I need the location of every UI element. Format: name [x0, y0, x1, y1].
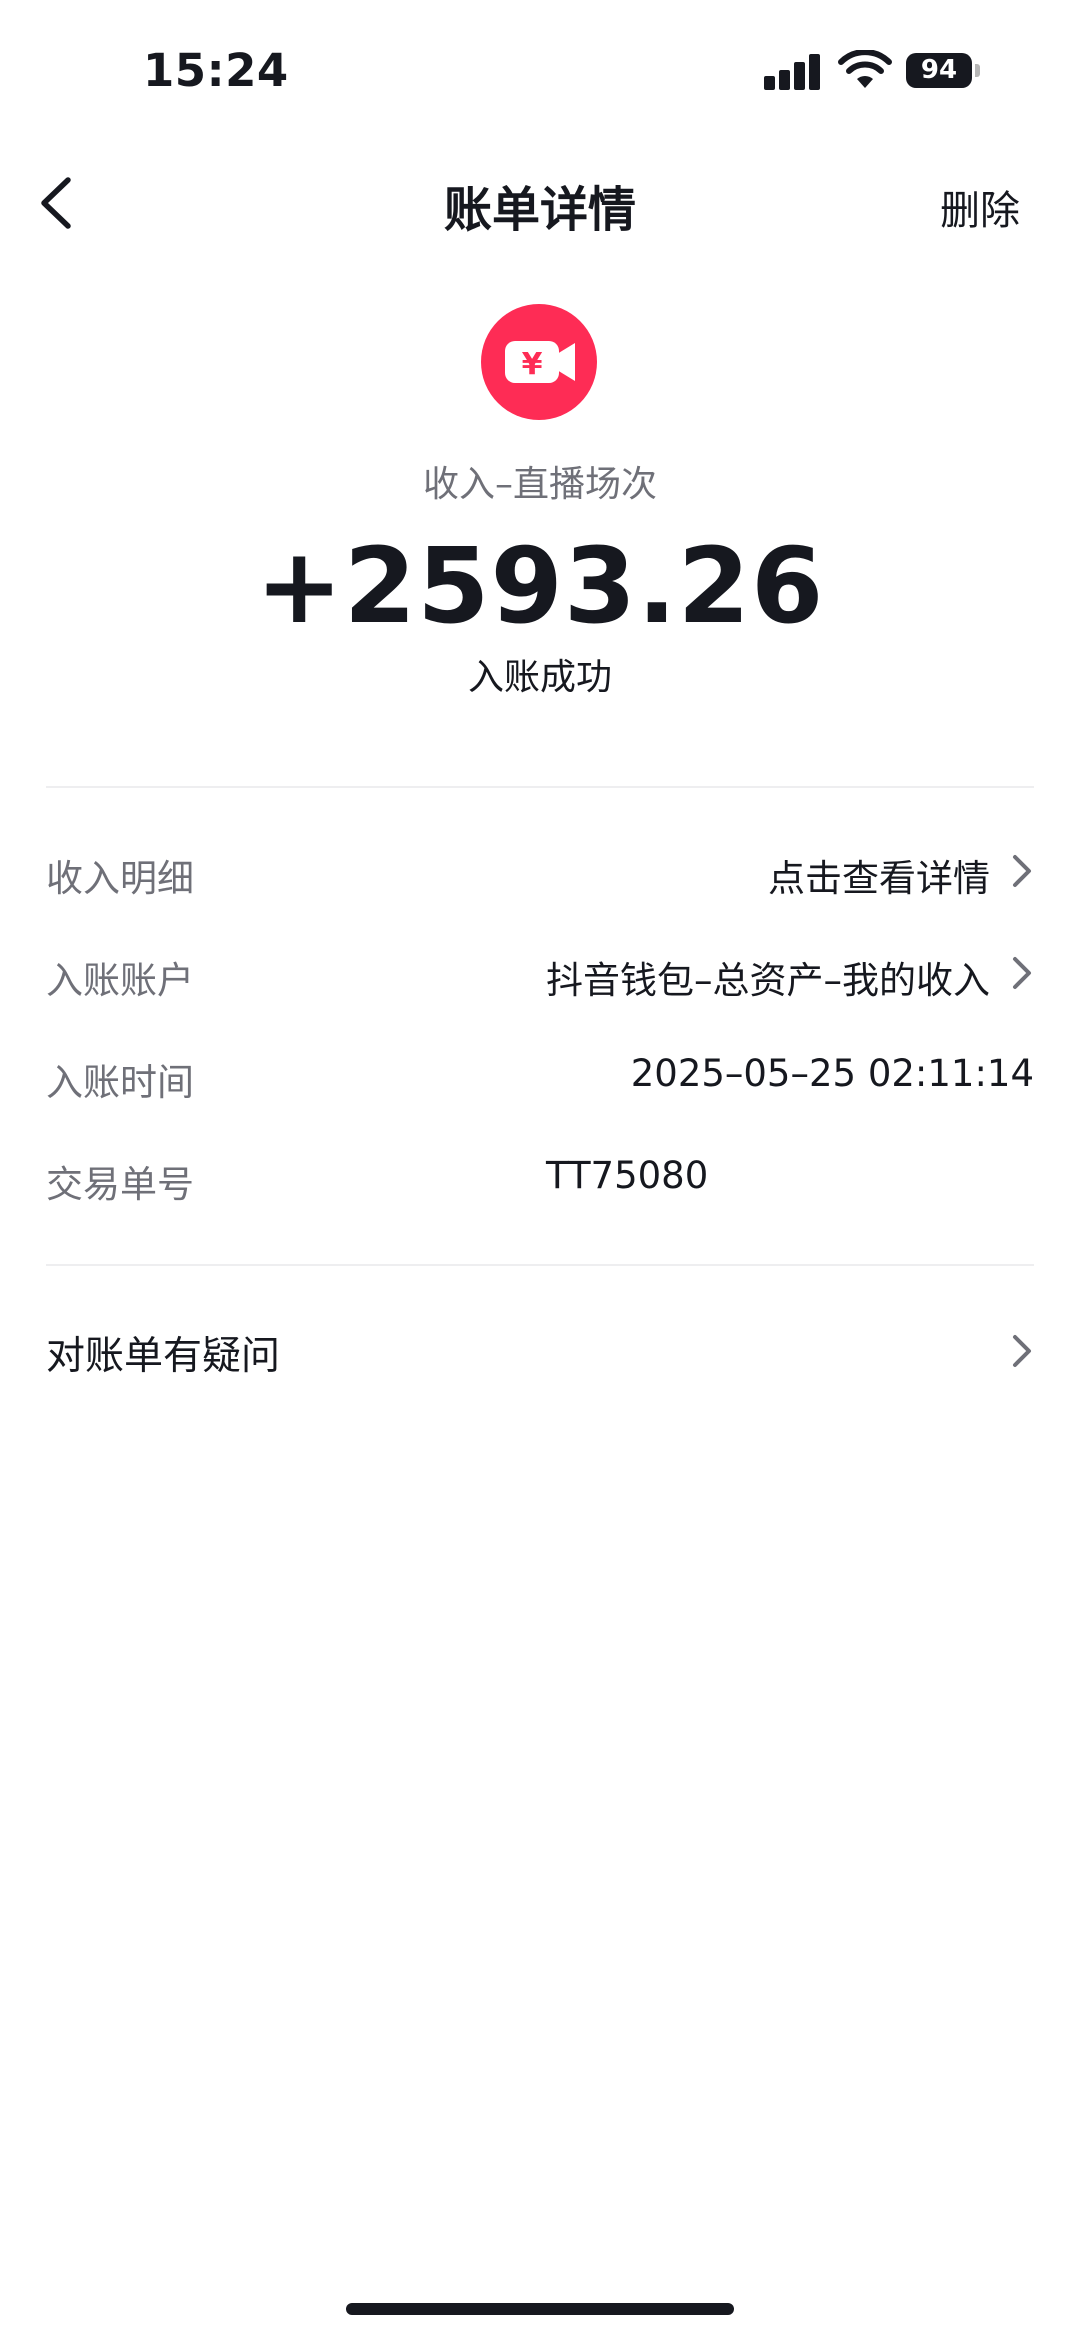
status-time: 15:24 [143, 44, 289, 97]
wifi-icon [838, 50, 892, 88]
yuan-video-icon: ¥ [505, 341, 575, 383]
battery-cap [975, 64, 980, 77]
cellular-signal-icon [764, 52, 820, 90]
page-title: 账单详情 [443, 182, 636, 238]
battery-icon: 94 [906, 53, 972, 88]
order-label: 交易单号 [46, 1163, 194, 1206]
chevron-right-icon[interactable] [1010, 954, 1034, 992]
delete-button[interactable]: 删除 [940, 178, 1020, 236]
svg-text:¥: ¥ [522, 347, 543, 382]
time-label: 入账时间 [46, 1061, 194, 1104]
income-detail-link[interactable]: 点击查看详情 [768, 848, 990, 902]
bill-status: 入账成功 [467, 657, 612, 698]
live-income-icon: ¥ [481, 304, 597, 420]
bill-category: 收入–直播场次 [422, 464, 657, 505]
divider [46, 786, 1034, 788]
account-label: 入账账户 [46, 959, 194, 1002]
back-button[interactable] [30, 170, 90, 234]
chevron-right-icon[interactable] [1010, 1332, 1034, 1370]
order-number: TT75080 [546, 1154, 709, 1197]
bill-question-label: 对账单有疑问 [46, 1334, 281, 1379]
chevron-right-icon[interactable] [1010, 852, 1034, 890]
income-detail-label: 收入明细 [46, 857, 194, 900]
account-link[interactable]: 抖音钱包–总资产–我的收入 [546, 950, 990, 1004]
divider [46, 1264, 1034, 1266]
bill-amount: +2593.26 [255, 525, 825, 647]
home-indicator[interactable] [346, 2303, 734, 2315]
time-value: 2025–05–25 02:11:14 [630, 1052, 1034, 1095]
chevron-left-icon [41, 177, 71, 229]
